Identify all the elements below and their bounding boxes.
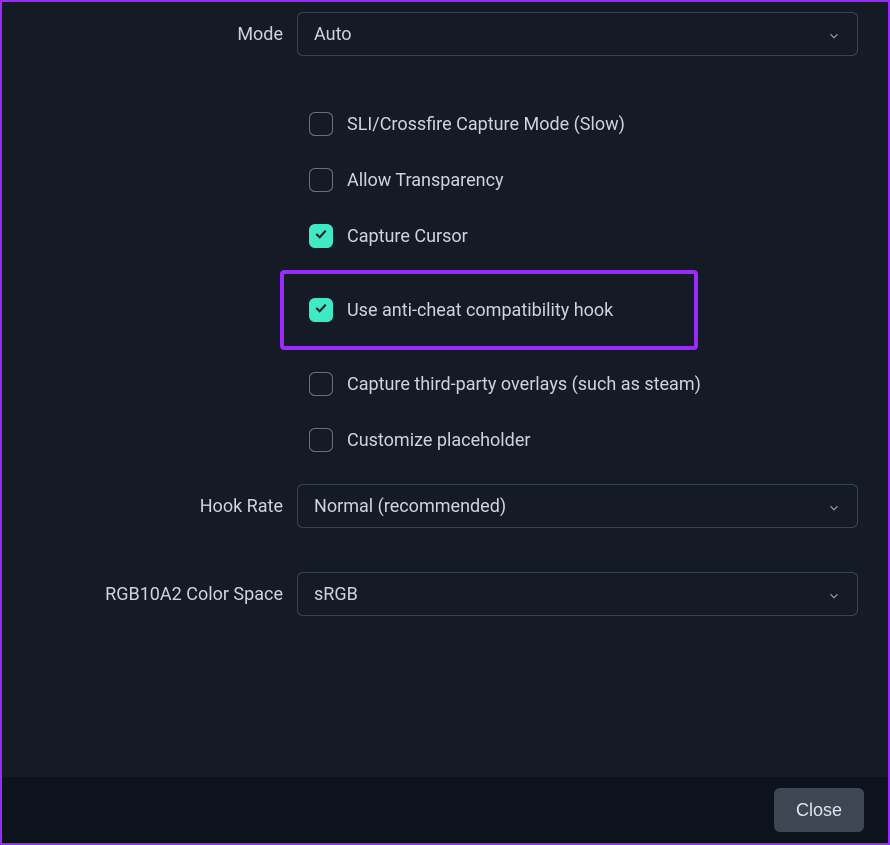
chevron-down-icon — [827, 27, 841, 41]
capture-cursor-label[interactable]: Capture Cursor — [347, 226, 468, 247]
mode-select-value: Auto — [314, 24, 352, 45]
check-icon — [313, 300, 329, 321]
anticheat-highlight-box: Use anti-cheat compatibility hook — [280, 270, 698, 350]
hook-rate-select-value: Normal (recommended) — [314, 496, 506, 517]
chevron-down-icon — [827, 499, 841, 513]
color-space-label: RGB10A2 Color Space — [2, 584, 297, 605]
hook-rate-select[interactable]: Normal (recommended) — [297, 484, 858, 528]
color-space-select[interactable]: sRGB — [297, 572, 858, 616]
allow-transparency-checkbox[interactable] — [309, 168, 333, 192]
hook-rate-label: Hook Rate — [2, 496, 297, 517]
sli-crossfire-checkbox[interactable] — [309, 112, 333, 136]
anticheat-checkbox[interactable] — [309, 298, 333, 322]
customize-placeholder-label[interactable]: Customize placeholder — [347, 430, 530, 451]
capture-cursor-checkbox[interactable] — [309, 224, 333, 248]
close-button[interactable]: Close — [774, 788, 864, 832]
dialog-footer: Close — [2, 777, 888, 843]
sli-crossfire-label[interactable]: SLI/Crossfire Capture Mode (Slow) — [347, 114, 625, 135]
check-icon — [313, 226, 329, 247]
customize-placeholder-checkbox[interactable] — [309, 428, 333, 452]
mode-select[interactable]: Auto — [297, 12, 858, 56]
anticheat-label[interactable]: Use anti-cheat compatibility hook — [347, 300, 613, 321]
allow-transparency-label[interactable]: Allow Transparency — [347, 170, 504, 191]
third-party-overlays-label[interactable]: Capture third-party overlays (such as st… — [347, 374, 701, 395]
chevron-down-icon — [827, 587, 841, 601]
mode-label: Mode — [2, 24, 297, 45]
third-party-overlays-checkbox[interactable] — [309, 372, 333, 396]
color-space-select-value: sRGB — [314, 584, 358, 605]
